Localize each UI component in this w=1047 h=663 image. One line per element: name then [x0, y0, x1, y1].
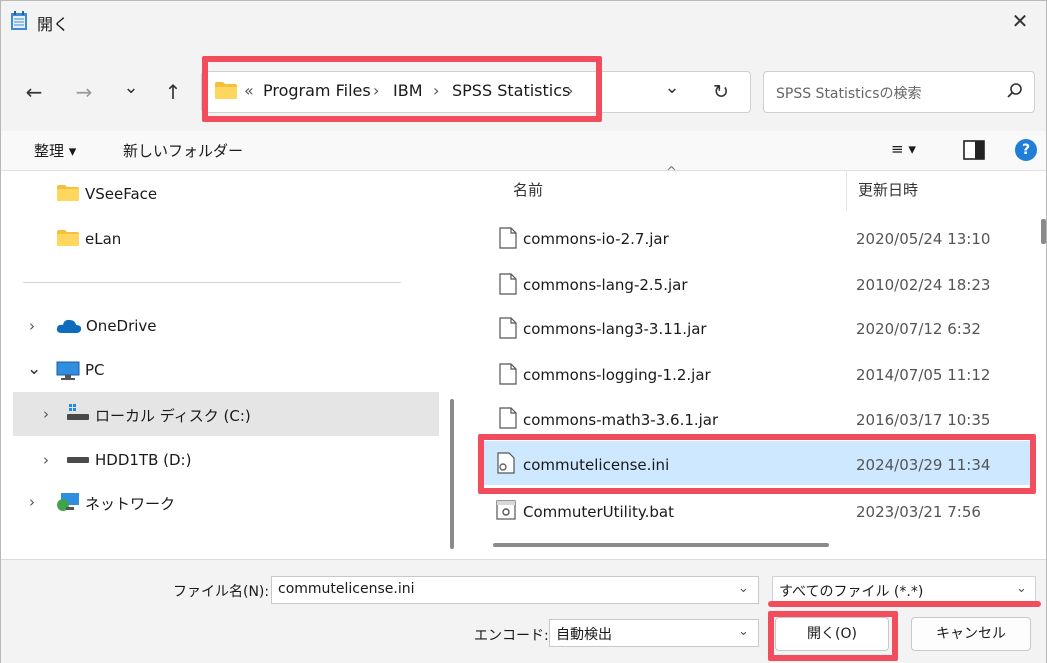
file-name: commons-io-2.7.jar	[523, 230, 669, 248]
tree-item-local-disk-c[interactable]: ローカル ディスク (C:)	[95, 405, 251, 449]
new-folder-button[interactable]: 新しいフォルダー	[123, 140, 243, 161]
search-input[interactable]: SPSS Statisticsの検索	[776, 83, 922, 103]
notepad-icon	[11, 11, 27, 30]
drive-icon	[67, 457, 89, 463]
file-icon	[499, 363, 517, 385]
file-list-scrollbar[interactable]	[1041, 219, 1046, 244]
chevron-right-icon[interactable]: ›	[43, 405, 49, 449]
pc-icon	[56, 361, 80, 380]
file-date: 2023/03/21 7:56	[856, 503, 981, 521]
cloud-icon	[56, 319, 82, 333]
refresh-button[interactable]: ↻	[706, 77, 736, 107]
file-list-horizontal-scrollbar[interactable]	[493, 543, 829, 547]
file-name: commons-lang3-3.11.jar	[523, 320, 707, 338]
file-name: CommuterUtility.bat	[523, 503, 675, 521]
tree-item-elan[interactable]: eLan	[85, 230, 121, 274]
cancel-button[interactable]: キャンセル	[911, 617, 1031, 651]
open-button-highlight-box	[768, 611, 898, 661]
filetype-select[interactable]: すべてのファイル (*.*)	[772, 576, 1036, 604]
column-header-name[interactable]: 名前	[513, 179, 543, 200]
address-highlight-box	[202, 56, 602, 122]
view-options-button[interactable]: ≡ ▾	[891, 140, 916, 158]
selected-file-highlight-box	[478, 434, 1036, 494]
file-name: commons-math3-3.6.1.jar	[523, 411, 719, 429]
chevron-down-icon[interactable]: ⌄	[1016, 581, 1027, 596]
file-name: commons-lang-2.5.jar	[523, 276, 688, 294]
nav-pane-scrollbar[interactable]	[450, 399, 454, 549]
chevron-right-icon[interactable]: ›	[29, 493, 35, 537]
file-date: 2016/03/17 10:35	[856, 411, 991, 429]
file-date: 2020/05/24 13:10	[856, 230, 991, 248]
encode-label: エンコード:	[474, 628, 549, 644]
up-button[interactable]: ↑	[158, 77, 188, 107]
help-button[interactable]: ?	[1015, 139, 1037, 161]
chevron-right-icon[interactable]: ›	[29, 317, 35, 361]
window-title: 開く	[37, 15, 70, 34]
recent-locations-button[interactable]: ⌄	[116, 73, 146, 103]
organize-button[interactable]: 整理 ▾	[34, 140, 76, 161]
file-icon	[499, 273, 517, 295]
tree-item-pc[interactable]: PC	[85, 361, 105, 405]
open-file-dialog: 開く ✕ ← → ⌄ ↑ « Program Files › IBM › SPS…	[0, 0, 1047, 663]
preview-pane-icon[interactable]	[963, 140, 985, 160]
column-separator[interactable]	[846, 171, 847, 211]
file-icon	[499, 407, 517, 429]
sort-ascending-icon: ^	[666, 165, 677, 180]
encode-select[interactable]: 自動検出	[549, 619, 759, 647]
file-date: 2014/07/05 11:12	[856, 366, 991, 384]
chevron-right-icon[interactable]: ›	[43, 451, 49, 495]
tree-item-onedrive[interactable]: OneDrive	[86, 317, 157, 361]
chevron-down-icon[interactable]: ⌄	[738, 581, 749, 596]
folder-icon	[57, 230, 79, 246]
title-bar	[1, 1, 1046, 41]
column-header-date[interactable]: 更新日時	[858, 179, 918, 200]
tree-divider	[23, 282, 401, 283]
filename-label: ファイル名(N):	[173, 584, 270, 600]
filetype-highlight-underline	[768, 601, 1041, 607]
file-icon	[499, 317, 517, 339]
filename-input[interactable]: commutelicense.ini	[271, 576, 759, 604]
tree-item-network[interactable]: ネットワーク	[85, 493, 175, 537]
batch-file-icon	[496, 500, 516, 520]
file-date: 2020/07/12 6:32	[856, 320, 981, 338]
file-name: commons-logging-1.2.jar	[523, 366, 711, 384]
file-date: 2010/02/24 18:23	[856, 276, 991, 294]
drive-c-icon	[67, 404, 89, 420]
file-icon	[499, 227, 517, 249]
address-dropdown-button[interactable]: ⌄	[657, 73, 687, 103]
close-button[interactable]: ✕	[1004, 5, 1036, 37]
folder-icon	[57, 185, 79, 201]
chevron-down-icon[interactable]: ⌄	[738, 624, 749, 639]
search-icon[interactable]	[1005, 81, 1025, 101]
tree-item-vseeface[interactable]: VSeeFace	[85, 185, 157, 229]
network-icon	[57, 493, 79, 511]
forward-button[interactable]: →	[69, 77, 99, 107]
chevron-down-icon[interactable]: ⌄	[27, 359, 41, 403]
tree-item-hdd1tb-d[interactable]: HDD1TB (D:)	[95, 451, 191, 495]
back-button[interactable]: ←	[19, 77, 49, 107]
